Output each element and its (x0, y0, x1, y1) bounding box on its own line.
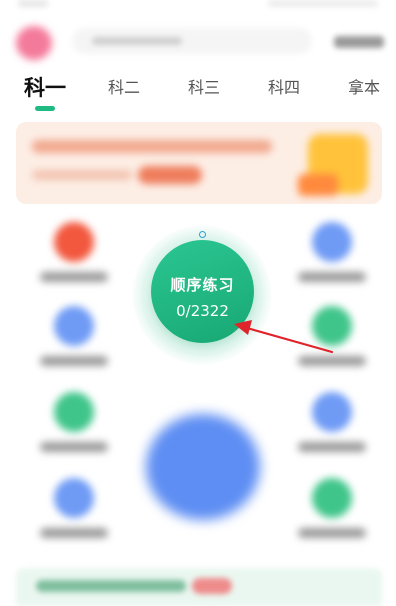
bottom-card-badge-blurred (192, 578, 232, 594)
mock-exam-button-blurred[interactable] (146, 414, 260, 520)
feature-label-blurred (298, 442, 366, 452)
sequential-practice-button[interactable]: 顺序练习 0/2322 (151, 240, 254, 343)
feature-icon (312, 222, 352, 262)
feature-label-blurred (40, 528, 108, 538)
active-tab-indicator (35, 106, 55, 111)
feature-tile-left-3[interactable] (26, 392, 122, 472)
tab-get-license[interactable]: 拿本 (348, 74, 380, 98)
feature-tile-right-1[interactable] (284, 222, 380, 302)
tab-subject-three[interactable]: 科三 (188, 74, 220, 98)
header-location-link[interactable] (334, 36, 384, 48)
tab-subject-two[interactable]: 科二 (108, 74, 140, 98)
app-header (0, 20, 396, 64)
banner-cta-blurred (138, 166, 202, 184)
feature-icon (54, 306, 94, 346)
bottom-card-text-blurred (36, 580, 186, 592)
feature-label-blurred (298, 528, 366, 538)
feature-tile-right-3[interactable] (284, 392, 380, 472)
orbit-dot-icon (199, 231, 206, 238)
feature-tile-left-2[interactable] (26, 306, 122, 386)
feature-icon (54, 222, 94, 262)
feature-label-blurred (40, 356, 108, 366)
search-input[interactable] (72, 28, 312, 54)
avatar-icon[interactable] (16, 26, 52, 60)
promo-banner[interactable] (16, 122, 382, 204)
banner-subline-blurred (32, 170, 132, 180)
status-bar (0, 0, 396, 12)
banner-headline-blurred (32, 140, 272, 153)
feature-tile-right-2[interactable] (284, 306, 380, 386)
feature-tile-right-4[interactable] (284, 478, 380, 558)
feature-label-blurred (298, 272, 366, 282)
sequential-practice-progress: 0/2322 (176, 302, 229, 320)
status-bar-indicators (268, 0, 378, 7)
tab-subject-one[interactable]: 科一 (24, 72, 66, 102)
tab-subject-four[interactable]: 科四 (268, 74, 300, 98)
bottom-promo-card-blurred[interactable] (16, 568, 382, 606)
feature-label-blurred (40, 442, 108, 452)
search-placeholder-blurred (92, 37, 182, 45)
sequential-practice-title: 顺序练习 (170, 276, 235, 294)
feature-label-blurred (40, 272, 108, 282)
feature-icon (54, 478, 94, 518)
feature-label-blurred (298, 356, 366, 366)
banner-illustration-accent (298, 174, 338, 196)
status-bar-time (18, 0, 48, 7)
feature-icon (312, 306, 352, 346)
feature-icon (312, 478, 352, 518)
feature-tile-left-4[interactable] (26, 478, 122, 558)
subject-tabs: 科一 科二 科三 科四 拿本 (0, 66, 396, 116)
feature-tile-left-1[interactable] (26, 222, 122, 302)
feature-icon (54, 392, 94, 432)
feature-icon (312, 392, 352, 432)
